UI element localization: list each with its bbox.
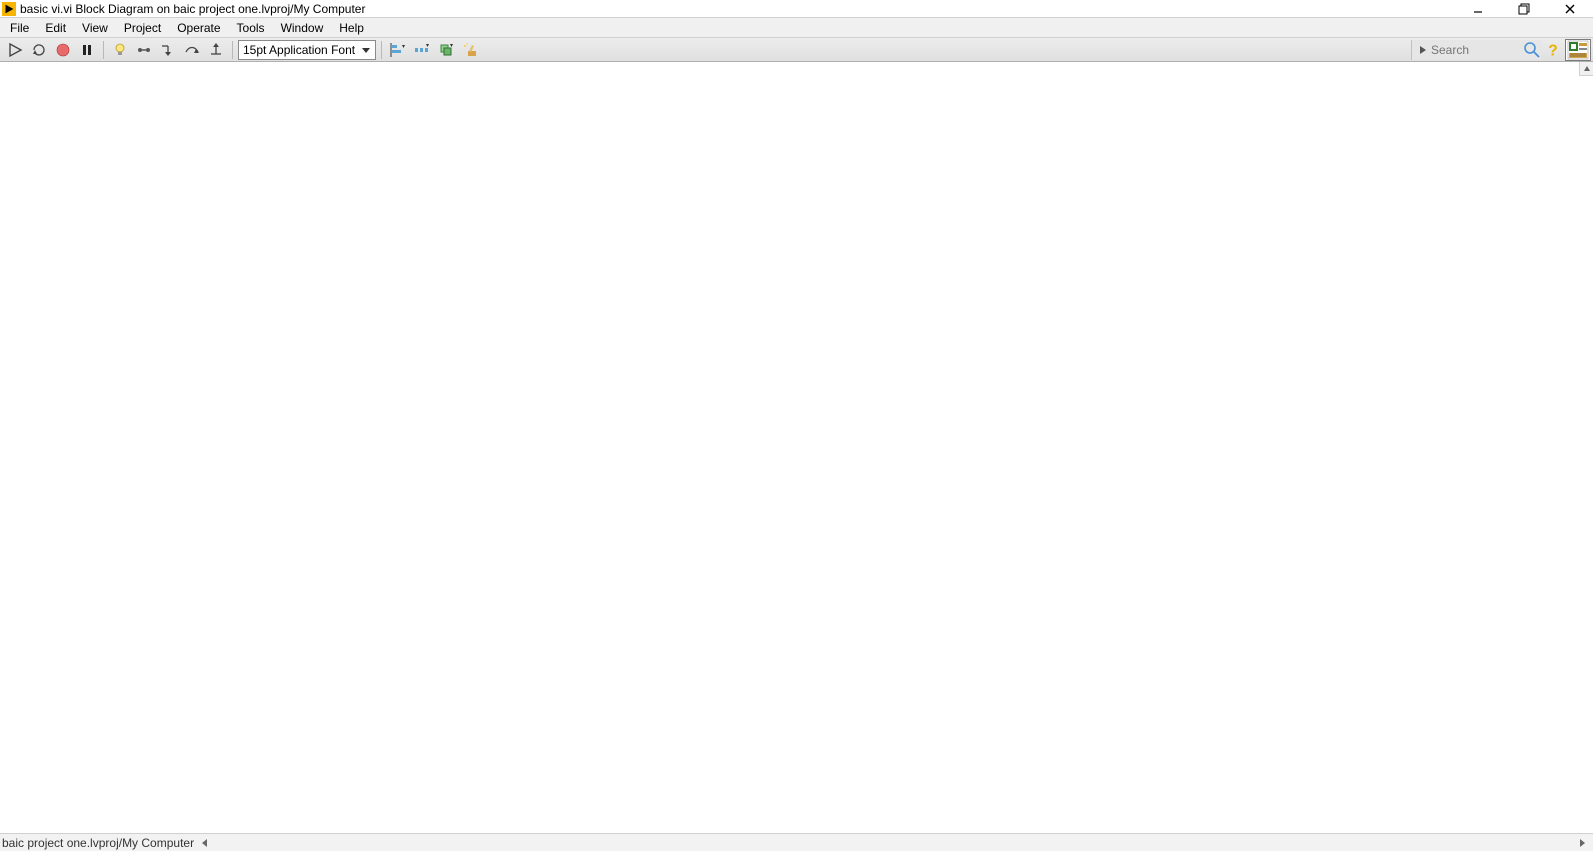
statusbar: baic project one.lvproj/My Computer [0,833,1593,851]
menu-operate[interactable]: Operate [169,19,228,37]
toolbar-separator [103,41,104,59]
menu-view[interactable]: View [74,19,116,37]
search-box[interactable] [1411,40,1541,60]
search-input[interactable] [1431,41,1521,59]
search-icon[interactable] [1523,41,1541,59]
chevron-right-icon [1418,45,1428,55]
scroll-left-icon[interactable] [200,838,210,848]
menubar: File Edit View Project Operate Tools Win… [0,18,1593,38]
step-into-button[interactable] [157,40,179,60]
abort-button[interactable] [52,40,74,60]
retain-wire-values-button[interactable] [133,40,155,60]
step-over-button[interactable] [181,40,203,60]
distribute-objects-button[interactable] [411,40,433,60]
vi-icon-pane[interactable] [1565,39,1591,61]
close-button[interactable] [1547,0,1593,18]
minimize-button[interactable] [1455,0,1501,18]
toolbar-right: ? [1411,39,1591,61]
scroll-right-icon[interactable] [1577,838,1587,848]
run-button[interactable] [4,40,26,60]
menu-edit[interactable]: Edit [37,19,74,37]
titlebar: basic vi.vi Block Diagram on baic projec… [0,0,1593,18]
toolbar: 15pt Application Font [0,38,1593,62]
cleanup-diagram-button[interactable] [459,40,481,60]
menu-window[interactable]: Window [273,19,332,37]
scroll-up-button[interactable] [1579,62,1593,76]
window-title: basic vi.vi Block Diagram on baic projec… [20,2,365,16]
highlight-execution-button[interactable] [109,40,131,60]
menu-help[interactable]: Help [331,19,372,37]
toolbar-separator [232,41,233,59]
svg-text:?: ? [1548,43,1558,60]
chevron-down-icon [361,45,371,55]
reorder-button[interactable] [435,40,457,60]
font-selector[interactable]: 15pt Application Font [238,40,376,60]
step-out-button[interactable] [205,40,227,60]
maximize-button[interactable] [1501,0,1547,18]
run-continuous-button[interactable] [28,40,50,60]
menu-file[interactable]: File [2,19,37,37]
menu-tools[interactable]: Tools [229,19,273,37]
menu-project[interactable]: Project [116,19,169,37]
status-context: baic project one.lvproj/My Computer [0,836,194,850]
toolbar-separator [381,41,382,59]
align-objects-button[interactable] [387,40,409,60]
font-selector-label: 15pt Application Font [243,43,355,57]
context-help-button[interactable]: ? [1543,40,1563,60]
block-diagram-canvas[interactable] [0,62,1593,833]
labview-app-icon [2,2,16,16]
window-controls [1455,0,1593,18]
pause-button[interactable] [76,40,98,60]
